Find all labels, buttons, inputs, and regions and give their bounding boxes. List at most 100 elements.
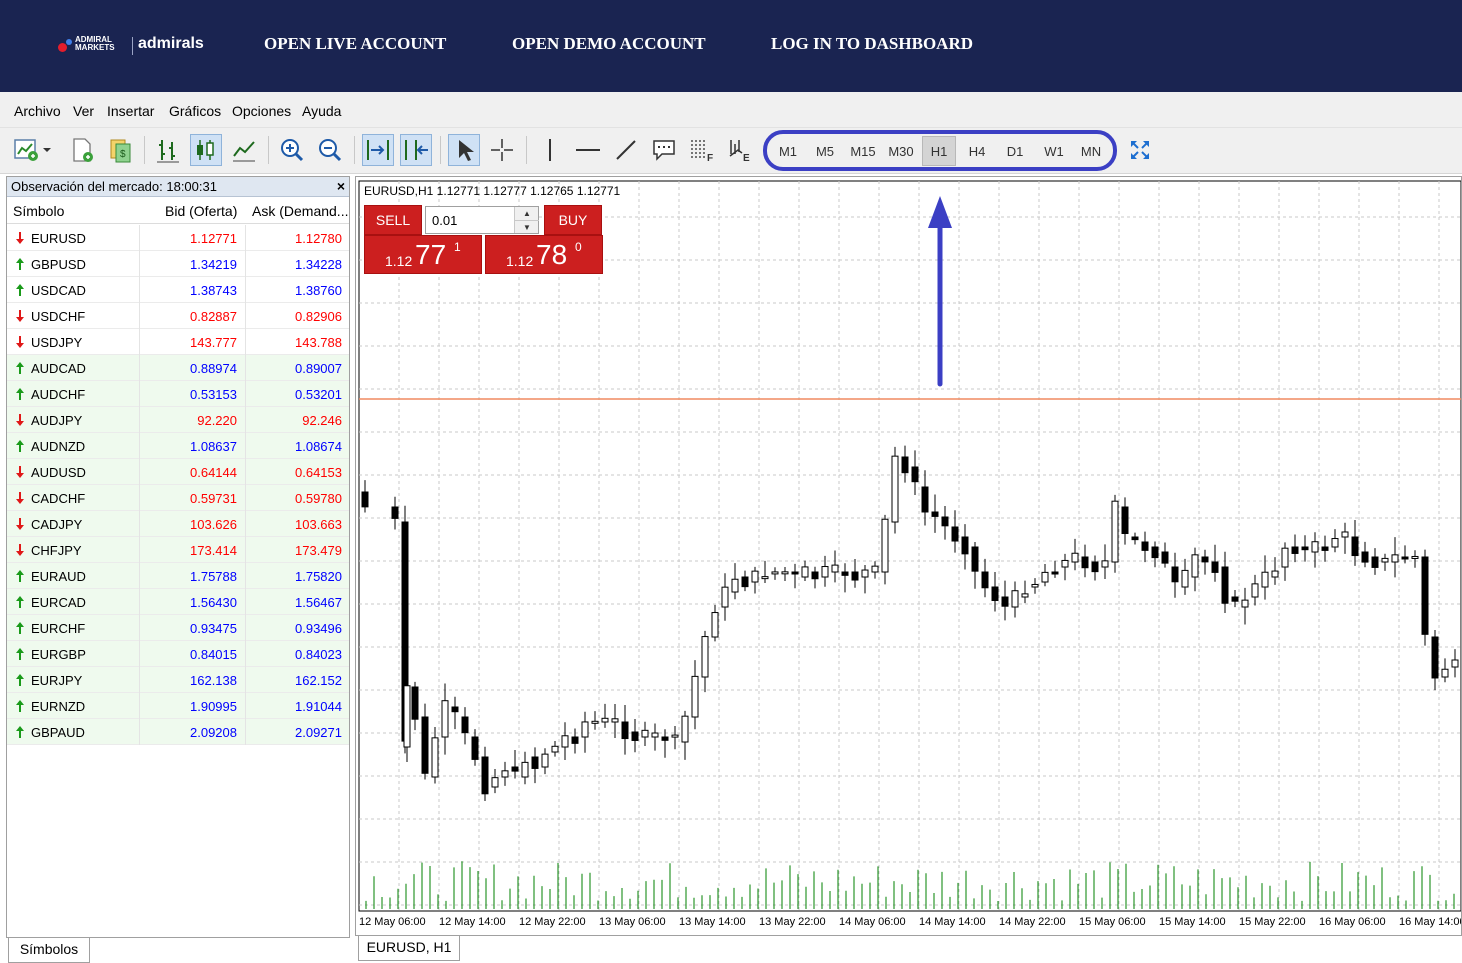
candle-body <box>1301 546 1309 551</box>
price-chart[interactable]: 12 May 06:00 12 May 14:00 12 May 22:00 13 M… <box>356 177 1461 935</box>
market-watch-row[interactable]: AUDCAD 0.88974 0.89007 <box>7 355 349 381</box>
menu-ayuda[interactable]: Ayuda <box>302 103 341 119</box>
column-ask-header[interactable]: Ask (Demand... <box>252 203 348 219</box>
candle-body <box>1131 536 1139 541</box>
menu-ver[interactable]: Ver <box>73 103 94 119</box>
candle-body <box>1251 583 1259 598</box>
auto-scroll-button[interactable] <box>362 134 394 166</box>
indicators-icon: E <box>729 140 750 164</box>
new-chart-button[interactable] <box>10 134 56 166</box>
period-mn-button[interactable]: MN <box>1074 136 1108 166</box>
market-watch-row[interactable]: USDCAD 1.38743 1.38760 <box>7 277 349 303</box>
text-tool-button[interactable] <box>648 134 680 166</box>
market-watch-row[interactable]: EURNZD 1.90995 1.91044 <box>7 693 349 719</box>
sell-price-prefix: 1.12 <box>385 253 413 269</box>
candle-body <box>1041 571 1049 583</box>
market-watch-row[interactable]: CHFJPY 173.414 173.479 <box>7 537 349 563</box>
zoom-in-button[interactable] <box>276 134 308 166</box>
row-symbol: GBPUSD <box>31 257 86 272</box>
chart-shift-button[interactable] <box>400 134 432 166</box>
chart-tab-eurusd-h1[interactable]: EURUSD, H1 <box>358 936 460 961</box>
market-watch-row[interactable]: AUDUSD 0.64144 0.64153 <box>7 459 349 485</box>
stepper-down-icon[interactable]: ▼ <box>515 220 539 233</box>
market-watch-row[interactable]: USDCHF 0.82887 0.82906 <box>7 303 349 329</box>
period-m30-button[interactable]: M30 <box>884 136 918 166</box>
market-watch-row[interactable]: CADJPY 103.626 103.663 <box>7 511 349 537</box>
menu-opciones[interactable]: Opciones <box>232 103 291 119</box>
sell-button[interactable]: SELL <box>364 205 422 235</box>
menu-archivo[interactable]: Archivo <box>14 103 61 119</box>
candle-body <box>671 734 679 738</box>
market-watch-row[interactable]: USDJPY 143.777 143.788 <box>7 329 349 355</box>
market-watch-toggle-button[interactable]: $ <box>104 134 136 166</box>
arrow-up-icon <box>15 699 25 713</box>
market-watch-row[interactable]: EURCHF 0.93475 0.93496 <box>7 615 349 641</box>
menu-insertar[interactable]: Insertar <box>107 103 154 119</box>
market-watch-row[interactable]: EURCAD 1.56430 1.56467 <box>7 589 349 615</box>
line-chart-button[interactable] <box>228 134 260 166</box>
market-watch-close-icon[interactable]: × <box>337 178 345 194</box>
market-watch-row[interactable]: EURAUD 1.75788 1.75820 <box>7 563 349 589</box>
candle-body <box>1311 541 1319 553</box>
bar-chart-button[interactable] <box>152 134 184 166</box>
candle-body <box>1351 536 1359 557</box>
log-in-to-dashboard-link[interactable]: LOG IN TO DASHBOARD <box>771 34 973 54</box>
period-m5-button[interactable]: M5 <box>808 136 842 166</box>
candlestick-chart-button[interactable] <box>190 134 222 166</box>
period-h1-button[interactable]: H1 <box>922 136 956 166</box>
market-watch-row[interactable]: AUDCHF 0.53153 0.53201 <box>7 381 349 407</box>
lot-size-stepper[interactable]: ▲ ▼ <box>514 207 539 233</box>
market-watch-row[interactable]: GBPAUD 2.09208 2.09271 <box>7 719 349 745</box>
trendline-tool-button[interactable] <box>610 134 642 166</box>
fibonacci-tool-button[interactable]: F <box>686 134 718 166</box>
row-ask: 0.53201 <box>295 387 342 402</box>
period-m1-button[interactable]: M1 <box>771 136 805 166</box>
candle-body <box>721 586 729 608</box>
period-m15-button[interactable]: M15 <box>846 136 880 166</box>
market-watch-row[interactable]: EURUSD 1.12771 1.12780 <box>7 225 349 251</box>
toolbar-separator <box>526 136 527 164</box>
row-symbol: CHFJPY <box>31 543 82 558</box>
candle-body <box>951 526 959 542</box>
period-d1-button[interactable]: D1 <box>998 136 1032 166</box>
market-watch-row[interactable]: GBPUSD 1.34219 1.34228 <box>7 251 349 277</box>
candle-body <box>591 720 599 724</box>
sell-price-button[interactable]: 1.12 77 1 <box>364 235 482 274</box>
arrow-down-icon <box>15 231 25 245</box>
market-watch-row[interactable]: EURJPY 162.138 162.152 <box>7 667 349 693</box>
buy-price-button[interactable]: 1.12 78 0 <box>485 235 603 274</box>
open-demo-account-link[interactable]: OPEN DEMO ACCOUNT <box>512 34 706 54</box>
period-w1-button[interactable]: W1 <box>1037 136 1071 166</box>
vertical-line-tool-button[interactable] <box>534 134 566 166</box>
arrow-down-icon <box>15 517 25 531</box>
period-h4-button[interactable]: H4 <box>960 136 994 166</box>
column-divider <box>245 563 246 589</box>
indicators-tool-button[interactable]: E <box>724 134 756 166</box>
arrow-up-icon <box>15 569 25 583</box>
new-profile-button[interactable] <box>66 134 98 166</box>
candle-body <box>931 511 939 517</box>
chart-window[interactable]: 12 May 06:00 12 May 14:00 12 May 22:00 13 M… <box>355 176 1462 936</box>
menu-bar: Archivo Ver Insertar Gráficos Opciones A… <box>0 92 1462 128</box>
market-watch-row[interactable]: AUDNZD 1.08637 1.08674 <box>7 433 349 459</box>
fullscreen-button[interactable] <box>1124 134 1156 166</box>
market-watch-row[interactable]: AUDJPY 92.220 92.246 <box>7 407 349 433</box>
row-bid: 173.414 <box>190 543 237 558</box>
column-bid-header[interactable]: Bid (Oferta) <box>165 203 237 219</box>
zoom-out-button[interactable] <box>314 134 346 166</box>
stepper-up-icon[interactable]: ▲ <box>515 207 539 220</box>
cursor-tool-button[interactable] <box>448 134 480 166</box>
market-watch-row[interactable]: EURGBP 0.84015 0.84023 <box>7 641 349 667</box>
open-live-account-link[interactable]: OPEN LIVE ACCOUNT <box>264 34 446 54</box>
row-ask: 1.75820 <box>295 569 342 584</box>
buy-button[interactable]: BUY <box>544 205 602 235</box>
crosshair-tool-button[interactable] <box>486 134 518 166</box>
row-ask: 0.89007 <box>295 361 342 376</box>
row-bid: 2.09208 <box>190 725 237 740</box>
candle-body <box>1431 636 1439 679</box>
menu-graficos[interactable]: Gráficos <box>169 103 221 119</box>
horizontal-line-tool-button[interactable] <box>572 134 604 166</box>
column-symbol-header[interactable]: Símbolo <box>13 203 64 219</box>
market-watch-row[interactable]: CADCHF 0.59731 0.59780 <box>7 485 349 511</box>
symbols-tab[interactable]: Símbolos <box>8 938 90 963</box>
